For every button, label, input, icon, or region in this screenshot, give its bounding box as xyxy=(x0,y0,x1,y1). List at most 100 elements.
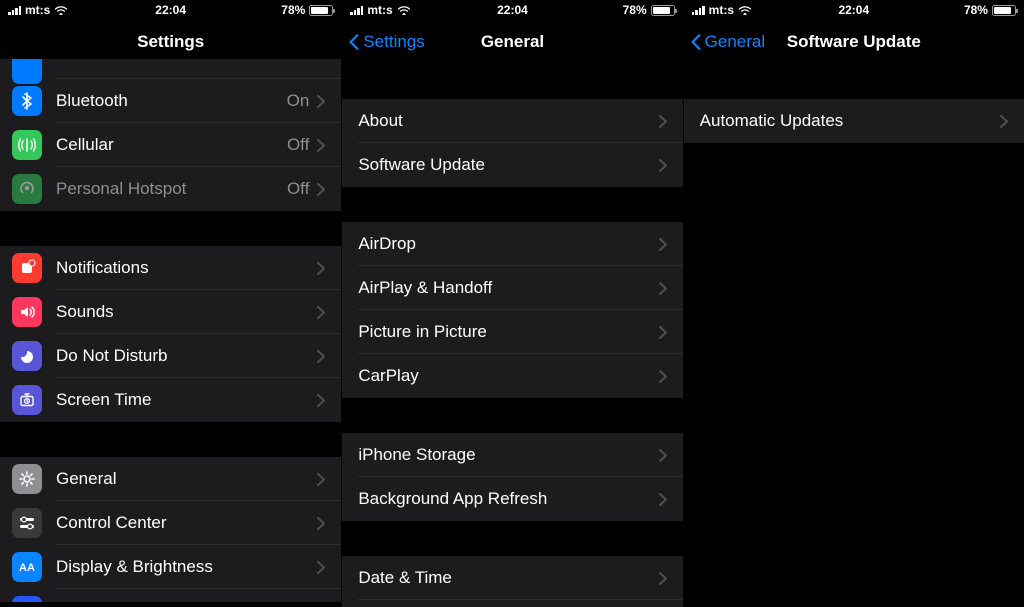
chevron-right-icon xyxy=(659,282,667,295)
row-label: Sounds xyxy=(56,302,317,322)
row-background-app-refresh[interactable]: Background App Refresh xyxy=(342,477,682,521)
page-title: Settings xyxy=(137,32,204,52)
group-alerts: Notifications Sounds Do Not Disturb xyxy=(0,246,341,422)
row-label: Date & Time xyxy=(358,568,658,588)
status-bar: mt:s 22:04 78% xyxy=(684,0,1024,20)
row-value: Off xyxy=(287,135,309,155)
row-airplay-handoff[interactable]: AirPlay & Handoff xyxy=(342,266,682,310)
row-airdrop[interactable]: AirDrop xyxy=(342,222,682,266)
row-screen-time[interactable]: Screen Time xyxy=(0,378,341,422)
notifications-icon xyxy=(12,253,42,283)
bluetooth-icon xyxy=(12,86,42,116)
chevron-right-icon xyxy=(659,493,667,506)
row-general[interactable]: General xyxy=(0,457,341,501)
clock-label: 22:04 xyxy=(155,3,186,17)
row-label: Cellular xyxy=(56,135,287,155)
row-label: Software Update xyxy=(358,155,658,175)
row-about[interactable]: About xyxy=(342,99,682,143)
screentime-icon xyxy=(12,385,42,415)
battery-icon xyxy=(309,5,333,16)
row-label: Background App Refresh xyxy=(358,489,658,509)
row-label: Home Screen xyxy=(56,601,317,602)
chevron-right-icon xyxy=(659,238,667,251)
pane-general: mt:s 22:04 78% Settings General About So… xyxy=(341,0,682,607)
row-cellular[interactable]: Cellular Off xyxy=(0,123,341,167)
cellular-icon xyxy=(12,130,42,160)
battery-pct-label: 78% xyxy=(964,3,988,17)
general-icon xyxy=(12,464,42,494)
row-label: Display & Brightness xyxy=(56,557,317,577)
row-value: On xyxy=(287,91,310,111)
row-keyboard[interactable]: Keyboard xyxy=(342,600,682,607)
battery-icon xyxy=(992,5,1016,16)
back-button[interactable]: General xyxy=(690,20,765,64)
signal-icon xyxy=(692,5,705,15)
navbar-settings: Settings xyxy=(0,20,341,64)
sounds-icon xyxy=(12,297,42,327)
chevron-right-icon xyxy=(659,326,667,339)
carrier-label: mt:s xyxy=(367,3,392,17)
controlcenter-icon xyxy=(12,508,42,538)
clock-label: 22:04 xyxy=(497,3,528,17)
row-label: Control Center xyxy=(56,513,317,533)
chevron-right-icon xyxy=(659,159,667,172)
chevron-right-icon xyxy=(659,449,667,462)
row-automatic-updates[interactable]: Automatic Updates xyxy=(684,99,1024,143)
status-bar: mt:s 22:04 78% xyxy=(0,0,341,20)
wifi-icon xyxy=(738,5,752,15)
back-label: Settings xyxy=(363,32,424,52)
chevron-right-icon xyxy=(317,139,325,152)
chevron-right-icon xyxy=(317,262,325,275)
row-software-update[interactable]: Software Update xyxy=(342,143,682,187)
group-storage: iPhone Storage Background App Refresh xyxy=(342,433,682,521)
row-picture-in-picture[interactable]: Picture in Picture xyxy=(342,310,682,354)
group-connectivity: Bluetooth On Cellular Off Personal Hotsp… xyxy=(0,59,341,211)
chevron-left-icon xyxy=(690,32,702,52)
row-label: iPhone Storage xyxy=(358,445,658,465)
row-label: Personal Hotspot xyxy=(56,179,287,199)
row-sounds[interactable]: Sounds xyxy=(0,290,341,334)
navbar-software-update: General Software Update xyxy=(684,20,1024,64)
group-automatic-updates: Automatic Updates xyxy=(684,99,1024,143)
row-date-time[interactable]: Date & Time xyxy=(342,556,682,600)
row-label: About xyxy=(358,111,658,131)
row-personal-hotspot[interactable]: Personal Hotspot Off xyxy=(0,167,341,211)
homescreen-icon xyxy=(12,596,42,602)
row-display-brightness[interactable]: Display & Brightness xyxy=(0,545,341,589)
row-label: Automatic Updates xyxy=(700,111,1000,131)
group-input: Date & Time Keyboard Fonts xyxy=(342,556,682,607)
battery-icon xyxy=(651,5,675,16)
back-button[interactable]: Settings xyxy=(348,20,424,64)
carrier-label: mt:s xyxy=(25,3,50,17)
row-control-center[interactable]: Control Center xyxy=(0,501,341,545)
chevron-right-icon xyxy=(317,473,325,486)
group-system: General Control Center Display & Brightn… xyxy=(0,457,341,602)
triptych: mt:s 22:04 78% Settings Bluetoo xyxy=(0,0,1024,607)
page-title: General xyxy=(481,32,544,52)
chevron-right-icon xyxy=(317,95,325,108)
chevron-right-icon xyxy=(317,394,325,407)
chevron-right-icon xyxy=(1000,115,1008,128)
signal-icon xyxy=(350,5,363,15)
signal-icon xyxy=(8,5,21,15)
battery-pct-label: 78% xyxy=(281,3,305,17)
row-partial-top[interactable] xyxy=(0,59,341,79)
row-home-screen[interactable]: Home Screen xyxy=(0,589,341,602)
row-label: Do Not Disturb xyxy=(56,346,317,366)
row-label: AirPlay & Handoff xyxy=(358,278,658,298)
row-label: General xyxy=(56,469,317,489)
row-notifications[interactable]: Notifications xyxy=(0,246,341,290)
group-about: About Software Update xyxy=(342,99,682,187)
row-iphone-storage[interactable]: iPhone Storage xyxy=(342,433,682,477)
chevron-left-icon xyxy=(348,32,360,52)
carrier-label: mt:s xyxy=(709,3,734,17)
row-bluetooth[interactable]: Bluetooth On xyxy=(0,79,341,123)
row-do-not-disturb[interactable]: Do Not Disturb xyxy=(0,334,341,378)
group-sharing: AirDrop AirPlay & Handoff Picture in Pic… xyxy=(342,222,682,398)
chevron-right-icon xyxy=(317,350,325,363)
hotspot-icon xyxy=(12,174,42,204)
row-carplay[interactable]: CarPlay xyxy=(342,354,682,398)
dnd-icon xyxy=(12,341,42,371)
navbar-general: Settings General xyxy=(342,20,682,64)
pane-settings: mt:s 22:04 78% Settings Bluetoo xyxy=(0,0,341,607)
